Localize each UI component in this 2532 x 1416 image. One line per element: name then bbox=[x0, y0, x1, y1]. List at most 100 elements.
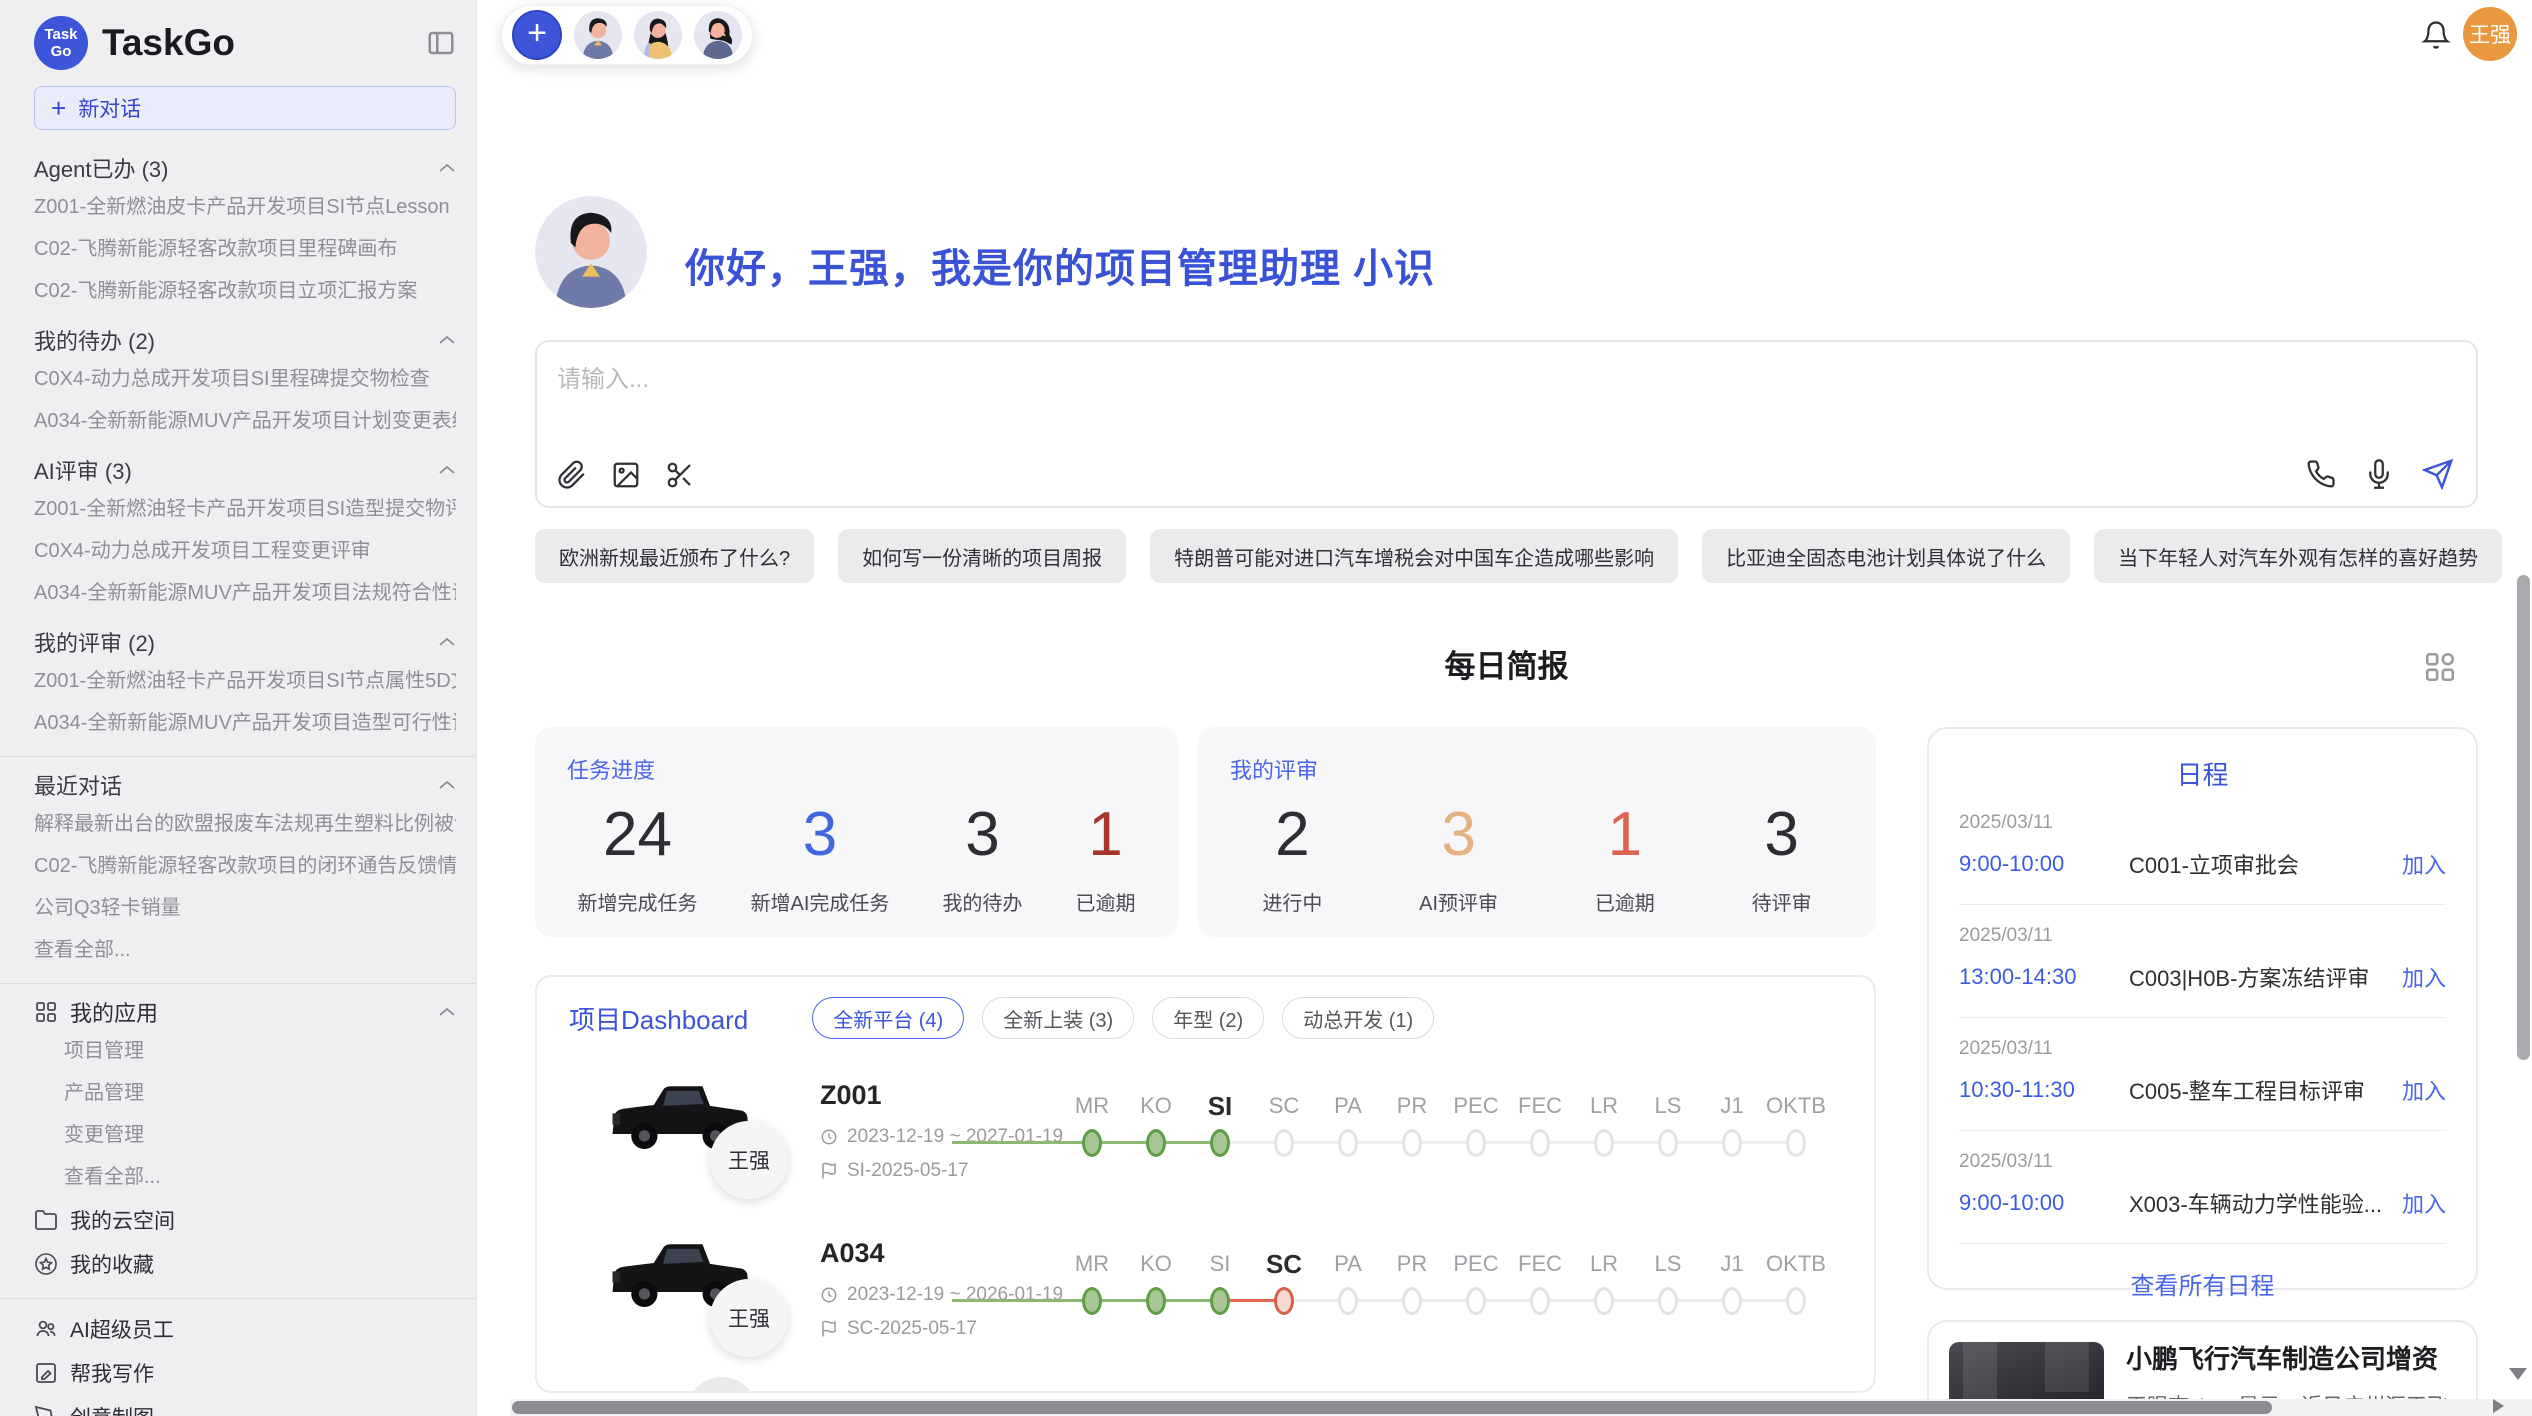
section-header-my-review[interactable]: 我的评审 (2) bbox=[34, 624, 456, 660]
attachment-icon[interactable] bbox=[557, 460, 587, 490]
chevron-up-icon[interactable] bbox=[438, 465, 456, 475]
dashboard-title: 项目Dashboard bbox=[569, 1000, 748, 1037]
layout-grid-icon[interactable] bbox=[2423, 650, 2457, 684]
user-avatar[interactable]: 王强 bbox=[2463, 7, 2517, 61]
sidebar-item[interactable]: C0X4-动力总成开发项目SI里程碑提交物检查 bbox=[34, 358, 456, 400]
app-title: TaskGo bbox=[102, 22, 235, 64]
suggestion-chip[interactable]: 特朗普可能对进口汽车增税会对中国车企造成哪些影响 bbox=[1150, 529, 1678, 583]
chat-input-box bbox=[535, 340, 2478, 508]
send-icon[interactable] bbox=[2422, 458, 2454, 490]
greeting-text: 你好，王强，我是你的项目管理助理 小识 bbox=[685, 236, 1435, 294]
view-all-apps-link[interactable]: 查看全部... bbox=[34, 1156, 456, 1198]
schedule-item: 2025/03/11 9:00-10:00 C001-立项审批会 加入 bbox=[1959, 792, 2446, 905]
microphone-icon[interactable] bbox=[2364, 459, 2394, 489]
recent-chat-item[interactable]: 公司Q3轻卡销量 bbox=[34, 887, 456, 929]
new-chat-button[interactable]: + 新对话 bbox=[34, 86, 456, 130]
filter-chip[interactable]: 全新上装 (3) bbox=[982, 997, 1134, 1039]
agent-avatar[interactable] bbox=[694, 11, 742, 59]
filter-chip[interactable]: 动总开发 (1) bbox=[1282, 997, 1434, 1039]
join-link[interactable]: 加入 bbox=[2402, 961, 2446, 993]
milestone-dot bbox=[1786, 1287, 1806, 1315]
recent-chat-item[interactable]: 解释最新出台的欧盟报废车法规再生塑料比例被调至15%... bbox=[34, 803, 456, 845]
milestone-dot bbox=[1146, 1129, 1166, 1157]
schedule-time: 13:00-14:30 bbox=[1959, 964, 2109, 990]
people-icon bbox=[34, 1317, 58, 1341]
apps-grid-icon bbox=[34, 1000, 58, 1024]
app-item-project-mgmt[interactable]: 项目管理 bbox=[34, 1030, 456, 1072]
chevron-up-icon[interactable] bbox=[438, 637, 456, 647]
sidebar-item[interactable]: Z001-全新燃油轻卡产品开发项目SI造型提交物评审 bbox=[34, 488, 456, 530]
milestone-dot bbox=[1530, 1287, 1550, 1315]
join-link[interactable]: 加入 bbox=[2402, 848, 2446, 880]
sidebar-item-cloud-space[interactable]: 我的云空间 bbox=[34, 1198, 456, 1242]
sidebar-item[interactable]: A034-全新新能源MUV产品开发项目计划变更表编写 bbox=[34, 400, 456, 442]
suggestion-chip[interactable]: 欧洲新规最近颁布了什么? bbox=[535, 529, 814, 583]
scissors-icon[interactable] bbox=[665, 460, 695, 490]
milestone-dot bbox=[1722, 1287, 1742, 1315]
sidebar-item[interactable]: Z001-全新燃油皮卡产品开发项目SI节点Lesson Learn报告 bbox=[34, 186, 456, 228]
chevron-up-icon[interactable] bbox=[438, 335, 456, 345]
recent-chat-item[interactable]: C02-飞腾新能源轻客改款项目的闭环通告反馈情况 bbox=[34, 845, 456, 887]
add-agent-button[interactable]: + bbox=[512, 10, 562, 60]
filter-chip[interactable]: 年型 (2) bbox=[1152, 997, 1264, 1039]
vertical-scrollbar-thumb[interactable] bbox=[2517, 575, 2530, 1060]
scroll-right-arrow[interactable] bbox=[2493, 1399, 2504, 1413]
image-icon[interactable] bbox=[611, 460, 641, 490]
scroll-down-arrow[interactable] bbox=[2509, 1368, 2527, 1380]
schedule-name: X003-车辆动力学性能验... bbox=[2129, 1187, 2402, 1219]
sidebar-item-creative-drawing[interactable]: 创意制图 bbox=[34, 1395, 456, 1416]
schedule-card: 日程 2025/03/11 9:00-10:00 C001-立项审批会 加入 2… bbox=[1927, 727, 2478, 1290]
sidebar-item[interactable]: C0X4-动力总成开发项目工程变更评审 bbox=[34, 530, 456, 572]
suggestion-chip[interactable]: 如何写一份清晰的项目周报 bbox=[838, 529, 1126, 583]
project-row[interactable]: 王强 Z001 2023-12-19 ~ 2027-01-19 SI-2025-… bbox=[537, 1062, 1874, 1232]
schedule-date: 2025/03/11 bbox=[1959, 925, 2446, 947]
chevron-up-icon[interactable] bbox=[438, 780, 456, 790]
sidebar-item[interactable]: A034-全新新能源MUV产品开发项目造型可行性评审 bbox=[34, 702, 456, 744]
stat: 3待评审 bbox=[1752, 799, 1812, 916]
sidebar-item[interactable]: A034-全新新能源MUV产品开发项目法规符合性评审 bbox=[34, 572, 456, 614]
card-title: 任务进度 bbox=[535, 727, 1178, 785]
sidebar-item-help-me-write[interactable]: 帮我写作 bbox=[34, 1351, 456, 1395]
input-tools-right bbox=[2306, 458, 2454, 490]
assistant-avatar bbox=[535, 196, 647, 308]
schedule-name: C001-立项审批会 bbox=[2129, 848, 2402, 880]
section-header-my-apps[interactable]: 我的应用 bbox=[34, 994, 456, 1030]
section-header-agent-done[interactable]: Agent已办 (3) bbox=[34, 150, 456, 186]
my-review-card: 我的评审 2进行中 3AI预评审 1已逾期 3待评审 bbox=[1198, 727, 1876, 937]
horizontal-scrollbar-track[interactable] bbox=[510, 1399, 2532, 1416]
sidebar-item[interactable]: C02-飞腾新能源轻客改款项目立项汇报方案 bbox=[34, 270, 456, 312]
suggestion-chip[interactable]: 比亚迪全固态电池计划具体说了什么 bbox=[1702, 529, 2070, 583]
filter-chip-active[interactable]: 全新平台 (4) bbox=[812, 997, 964, 1039]
agent-avatar[interactable] bbox=[634, 11, 682, 59]
schedule-item: 2025/03/11 13:00-14:30 C003|H0B-方案冻结评审 加… bbox=[1959, 905, 2446, 1018]
collapse-sidebar-icon[interactable] bbox=[426, 28, 456, 58]
milestone-dot bbox=[1786, 1129, 1806, 1157]
join-link[interactable]: 加入 bbox=[2402, 1187, 2446, 1219]
view-all-chats-link[interactable]: 查看全部... bbox=[34, 929, 456, 971]
sidebar-item[interactable]: C02-飞腾新能源轻客改款项目里程碑画布 bbox=[34, 228, 456, 270]
notification-bell-icon[interactable] bbox=[2421, 20, 2451, 50]
new-chat-label: 新对话 bbox=[78, 93, 141, 123]
phone-icon[interactable] bbox=[2306, 459, 2336, 489]
agent-avatar[interactable] bbox=[574, 11, 622, 59]
suggestion-chip[interactable]: 当下年轻人对汽车外观有怎样的喜好趋势 bbox=[2094, 529, 2502, 583]
pen-icon bbox=[34, 1405, 58, 1416]
sidebar-item[interactable]: Z001-全新燃油轻卡产品开发项目SI节点属性5D文件评审 bbox=[34, 660, 456, 702]
milestone-dot bbox=[1466, 1287, 1486, 1315]
sidebar-item-ai-super-staff[interactable]: AI超级员工 bbox=[34, 1307, 456, 1351]
app-item-product-mgmt[interactable]: 产品管理 bbox=[34, 1072, 456, 1114]
section-header-recent-chats[interactable]: 最近对话 bbox=[34, 767, 456, 803]
horizontal-scrollbar-thumb[interactable] bbox=[512, 1401, 2272, 1414]
chevron-up-icon[interactable] bbox=[438, 163, 456, 173]
project-row[interactable]: 王强 A034 2023-12-19 ~ 2026-01-19 SC-2025-… bbox=[537, 1220, 1874, 1390]
sidebar-item-favorites[interactable]: 我的收藏 bbox=[34, 1242, 456, 1286]
chat-input[interactable] bbox=[557, 358, 1957, 402]
briefing-title: 每日简报 bbox=[535, 641, 2478, 686]
view-all-schedule-link[interactable]: 查看所有日程 bbox=[1959, 1266, 2446, 1301]
section-header-ai-review[interactable]: AI评审 (3) bbox=[34, 452, 456, 488]
chevron-up-icon[interactable] bbox=[438, 1007, 456, 1017]
section-header-my-todo[interactable]: 我的待办 (2) bbox=[34, 322, 456, 358]
app-item-change-mgmt[interactable]: 变更管理 bbox=[34, 1114, 456, 1156]
logo-text-bottom: Go bbox=[51, 43, 72, 60]
join-link[interactable]: 加入 bbox=[2402, 1074, 2446, 1106]
